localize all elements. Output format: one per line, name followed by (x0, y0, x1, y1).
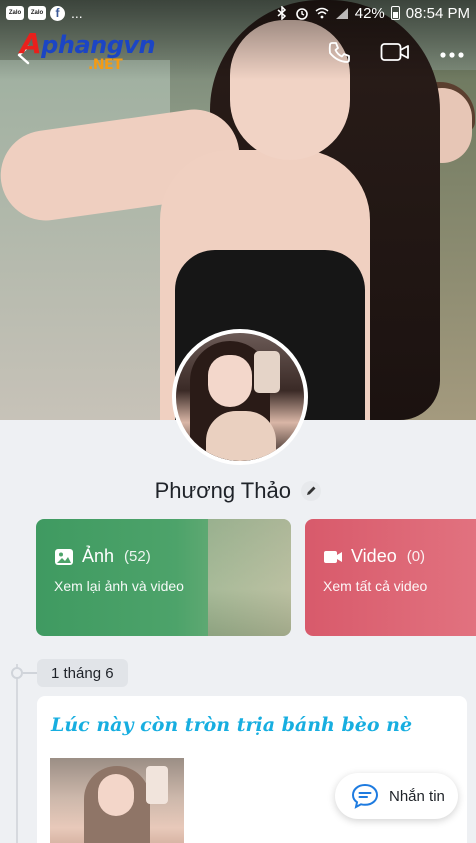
post-caption: Lúc này còn tròn trịa bánh bèo nè (51, 714, 413, 736)
more-options-button[interactable] (440, 46, 470, 72)
video-call-button[interactable] (380, 40, 410, 66)
clock: 08:54 PM (405, 4, 470, 22)
profile-name: Phương Thảo (154, 478, 291, 503)
facebook-notification-icon: f (50, 5, 65, 21)
timeline-post[interactable]: Lúc này còn tròn trịa bánh bèo nè (37, 696, 467, 843)
edit-name-button[interactable] (301, 480, 322, 501)
status-bar: Zalo Zalo f ... 42% 08:54 PM (0, 0, 476, 26)
videos-subtitle: Xem tất cả video (323, 578, 428, 594)
zalo-notification-icon: Zalo (28, 6, 46, 20)
photos-label: Ảnh (82, 546, 115, 566)
battery-icon (390, 6, 400, 20)
phone-icon (328, 42, 350, 63)
chat-bubble-icon (351, 783, 379, 809)
video-camera-icon (380, 43, 409, 61)
photos-subtitle: Xem lại ảnh và video (54, 578, 184, 594)
photos-card-thumbnail (208, 519, 291, 636)
image-icon (55, 548, 73, 565)
videos-count: (0) (406, 548, 426, 565)
timeline-line (16, 664, 18, 843)
photos-card[interactable]: Ảnh (52) Xem lại ảnh và video (36, 519, 291, 636)
timeline-connector (23, 672, 37, 674)
profile-name-row: Phương Thảo (0, 478, 476, 504)
post-photo[interactable] (50, 758, 184, 843)
battery-percentage: 42% (354, 4, 385, 22)
zalo-notification-icon: Zalo (6, 6, 24, 20)
profile-avatar[interactable] (172, 329, 308, 465)
timeline-dot (11, 667, 23, 679)
more-notifications-indicator: ... (71, 5, 83, 21)
wifi-icon (315, 6, 329, 20)
pencil-icon (307, 486, 316, 495)
bluetooth-icon (275, 6, 289, 20)
voice-call-button[interactable] (326, 40, 356, 66)
more-horizontal-icon (440, 52, 464, 58)
video-icon (324, 550, 342, 563)
watermark-logo: Aphangvn .NET (20, 27, 156, 73)
timeline-date: 1 tháng 6 (37, 659, 128, 687)
signal-icon (335, 6, 349, 20)
videos-card[interactable]: Video (0) Xem tất cả video (305, 519, 476, 636)
send-message-label: Nhắn tin (389, 787, 445, 805)
videos-label: Video (351, 546, 397, 566)
send-message-button[interactable]: Nhắn tin (335, 773, 458, 819)
photos-count: (52) (124, 548, 151, 565)
profile-screen: Zalo Zalo f ... 42% 08:54 PM Aphangvn .N… (0, 0, 476, 843)
alarm-icon (295, 6, 309, 20)
